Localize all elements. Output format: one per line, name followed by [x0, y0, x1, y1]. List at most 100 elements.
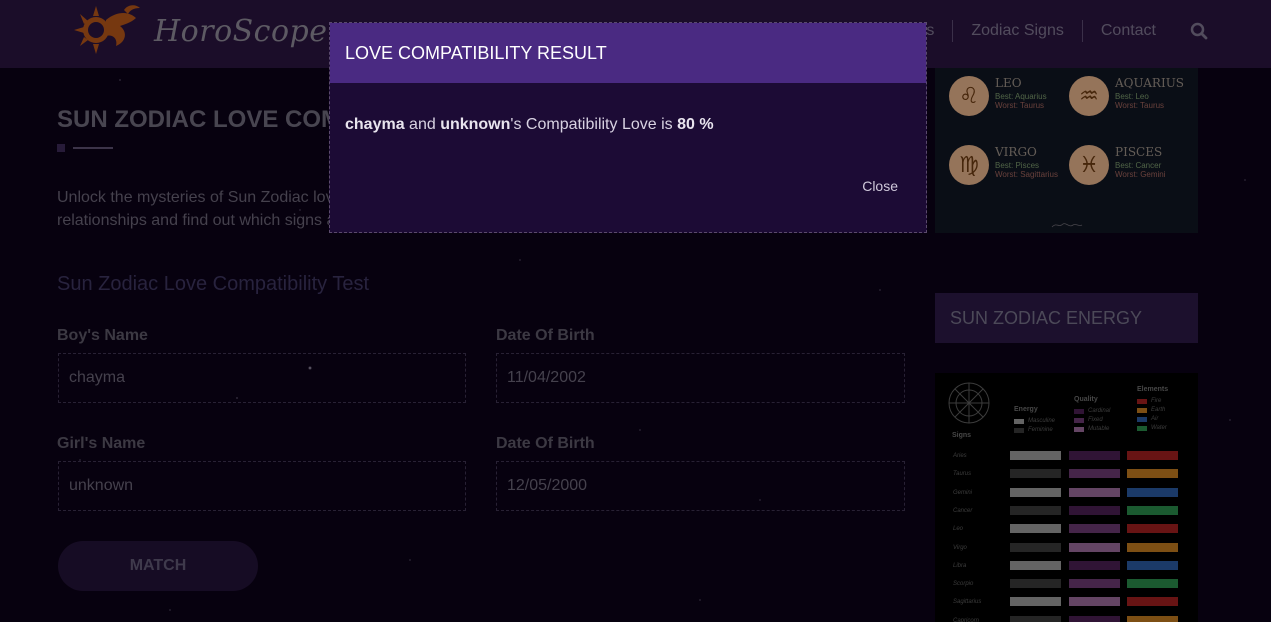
sign-row-name: Aries — [953, 453, 967, 459]
pisces-glyph-icon: ♓ — [1069, 145, 1109, 185]
legend-cardinal: Cardinal — [1074, 408, 1110, 414]
result-connector: and — [404, 116, 441, 133]
close-button[interactable]: Close — [862, 178, 898, 194]
sign-energy-cell — [1010, 451, 1061, 460]
sign-element-cell — [1127, 615, 1178, 622]
zodiac-wheel-icon — [948, 382, 990, 424]
sign-row-name: Cancer — [953, 507, 973, 514]
sign-name: VIRGO — [995, 145, 1037, 159]
sign-row-name: Virgo — [953, 544, 967, 551]
result-score: 80 % — [677, 116, 714, 133]
sign-energy-cell — [1010, 505, 1061, 515]
sign-name: LEO — [995, 76, 1022, 90]
girl-dob-input[interactable]: 12/05/2000 — [496, 461, 905, 511]
sign-quality-cell — [1069, 451, 1120, 460]
result-suffix: 's Compatibility Love is — [510, 116, 678, 133]
sign-row-name: Scorpio — [953, 581, 974, 588]
sign-energy-cell — [1010, 615, 1061, 622]
main-nav: s Zodiac Signs Contact — [908, 20, 1208, 42]
sign-row: Taurus — [935, 468, 1198, 480]
sign-element-cell — [1127, 505, 1178, 515]
form-title: Sun Zodiac Love Compatibility Test — [57, 273, 370, 295]
sign-card-leo: ♌ LEO Best: Aquarius Worst: Taurus — [949, 76, 1047, 116]
capricorn-logo-icon — [74, 5, 140, 54]
legend-fixed: Fixed — [1074, 417, 1103, 423]
sun-zodiac-energy-heading: SUN ZODIAC ENERGY — [935, 293, 1198, 343]
logo-text: HoroScope — [154, 13, 328, 49]
match-button[interactable]: MATCH — [58, 541, 258, 591]
title-divider — [57, 144, 113, 152]
sign-row-name: Gemini — [953, 489, 973, 496]
legend-fire: Fire — [1137, 398, 1161, 404]
sign-row: Cancer — [935, 505, 1198, 517]
sign-row: Scorpio — [935, 578, 1198, 590]
sign-energy-cell — [1010, 597, 1061, 607]
sign-energy-cell — [1010, 560, 1061, 570]
nav-item-contact[interactable]: Contact — [1083, 22, 1174, 40]
sign-row: Libra — [935, 560, 1198, 572]
legend-earth: Earth — [1137, 407, 1165, 413]
boy-dob-input[interactable]: 11/04/2002 — [496, 353, 905, 403]
sign-element-cell — [1127, 451, 1178, 460]
sign-row-name: Capricorn — [953, 617, 980, 622]
sign-best: Best: Aquarius — [995, 92, 1047, 101]
legend-masculine: Masculine — [1014, 418, 1055, 424]
elements-header: Elements — [1137, 386, 1169, 393]
boy-name-input[interactable]: chayma — [58, 353, 466, 403]
quality-header: Quality — [1074, 396, 1098, 403]
result-name-2: unknown — [440, 116, 511, 133]
sign-worst: Worst: Taurus — [1115, 101, 1165, 110]
modal-title: LOVE COMPATIBILITY RESULT — [345, 43, 607, 63]
virgo-glyph-icon: ♍ — [949, 145, 989, 185]
sign-row: Capricorn — [935, 615, 1198, 622]
aquarius-glyph-icon: ♒ — [1069, 76, 1109, 116]
compatibility-result-modal: LOVE COMPATIBILITY RESULT chayma and unk… — [329, 22, 927, 233]
result-name-1: chayma — [345, 116, 405, 133]
sign-quality-cell — [1069, 597, 1120, 607]
nav-item-zodiac-signs[interactable]: Zodiac Signs — [953, 22, 1082, 40]
search-icon[interactable] — [1190, 22, 1208, 40]
sign-worst: Worst: Taurus — [995, 101, 1045, 110]
sign-quality-cell — [1069, 469, 1120, 479]
sign-compatibility-image: ♌ LEO Best: Aquarius Worst: Taurus ♒ AQU… — [935, 68, 1198, 233]
girl-name-input[interactable]: unknown — [58, 461, 466, 511]
sign-worst: Worst: Sagittarius — [995, 170, 1058, 179]
boy-dob-label: Date Of Birth — [496, 327, 595, 344]
sign-quality-cell — [1069, 560, 1120, 570]
legend-mutable: Mutable — [1074, 426, 1109, 432]
sign-quality-cell — [1069, 487, 1120, 497]
sign-energy-cell — [1010, 524, 1061, 534]
sign-card-virgo: ♍ VIRGO Best: Pisces Worst: Sagittarius — [949, 145, 1058, 185]
sign-row-name: Taurus — [953, 471, 972, 478]
sign-row: Sagittarius — [935, 596, 1198, 608]
sign-row: Leo — [935, 523, 1198, 535]
boy-name-label: Boy's Name — [57, 327, 148, 344]
girl-name-label: Girl's Name — [57, 435, 146, 452]
modal-result-text: chayma and unknown's Compatibility Love … — [330, 83, 926, 134]
intro-line: relationships and find out which signs a… — [57, 212, 329, 229]
signature-mark — [1051, 223, 1083, 228]
sign-best: Best: Pisces — [995, 161, 1040, 170]
legend-water: Water — [1137, 425, 1167, 431]
sign-energy-cell — [1010, 469, 1061, 479]
girl-dob-label: Date Of Birth — [496, 435, 595, 452]
sign-row-name: Leo — [953, 526, 964, 533]
sign-element-cell — [1127, 524, 1178, 534]
logo[interactable]: HoroScope — [66, 2, 328, 60]
zodiac-energy-chart-image: Signs Energy Quality Elements Masculine … — [935, 373, 1198, 622]
sign-element-cell — [1127, 560, 1178, 570]
legend-air: Air — [1137, 416, 1158, 422]
sign-quality-cell — [1069, 505, 1120, 515]
sign-row: Gemini — [935, 487, 1198, 499]
sign-energy-cell — [1010, 487, 1061, 497]
leo-glyph-icon: ♌ — [949, 76, 989, 116]
sign-quality-cell — [1069, 579, 1120, 589]
sign-row: Aries — [935, 450, 1198, 462]
sign-element-cell — [1127, 542, 1178, 552]
sign-worst: Worst: Gemini — [1115, 170, 1166, 179]
sign-quality-cell — [1069, 542, 1120, 552]
modal-header: LOVE COMPATIBILITY RESULT — [330, 23, 926, 83]
sign-card-aquarius: ♒ AQUARIUS Best: Leo Worst: Taurus — [1069, 76, 1184, 116]
sign-row-name: Sagittarius — [953, 599, 982, 606]
intro-text: Unlock the mysteries of Sun Zodiac love … — [57, 186, 329, 232]
